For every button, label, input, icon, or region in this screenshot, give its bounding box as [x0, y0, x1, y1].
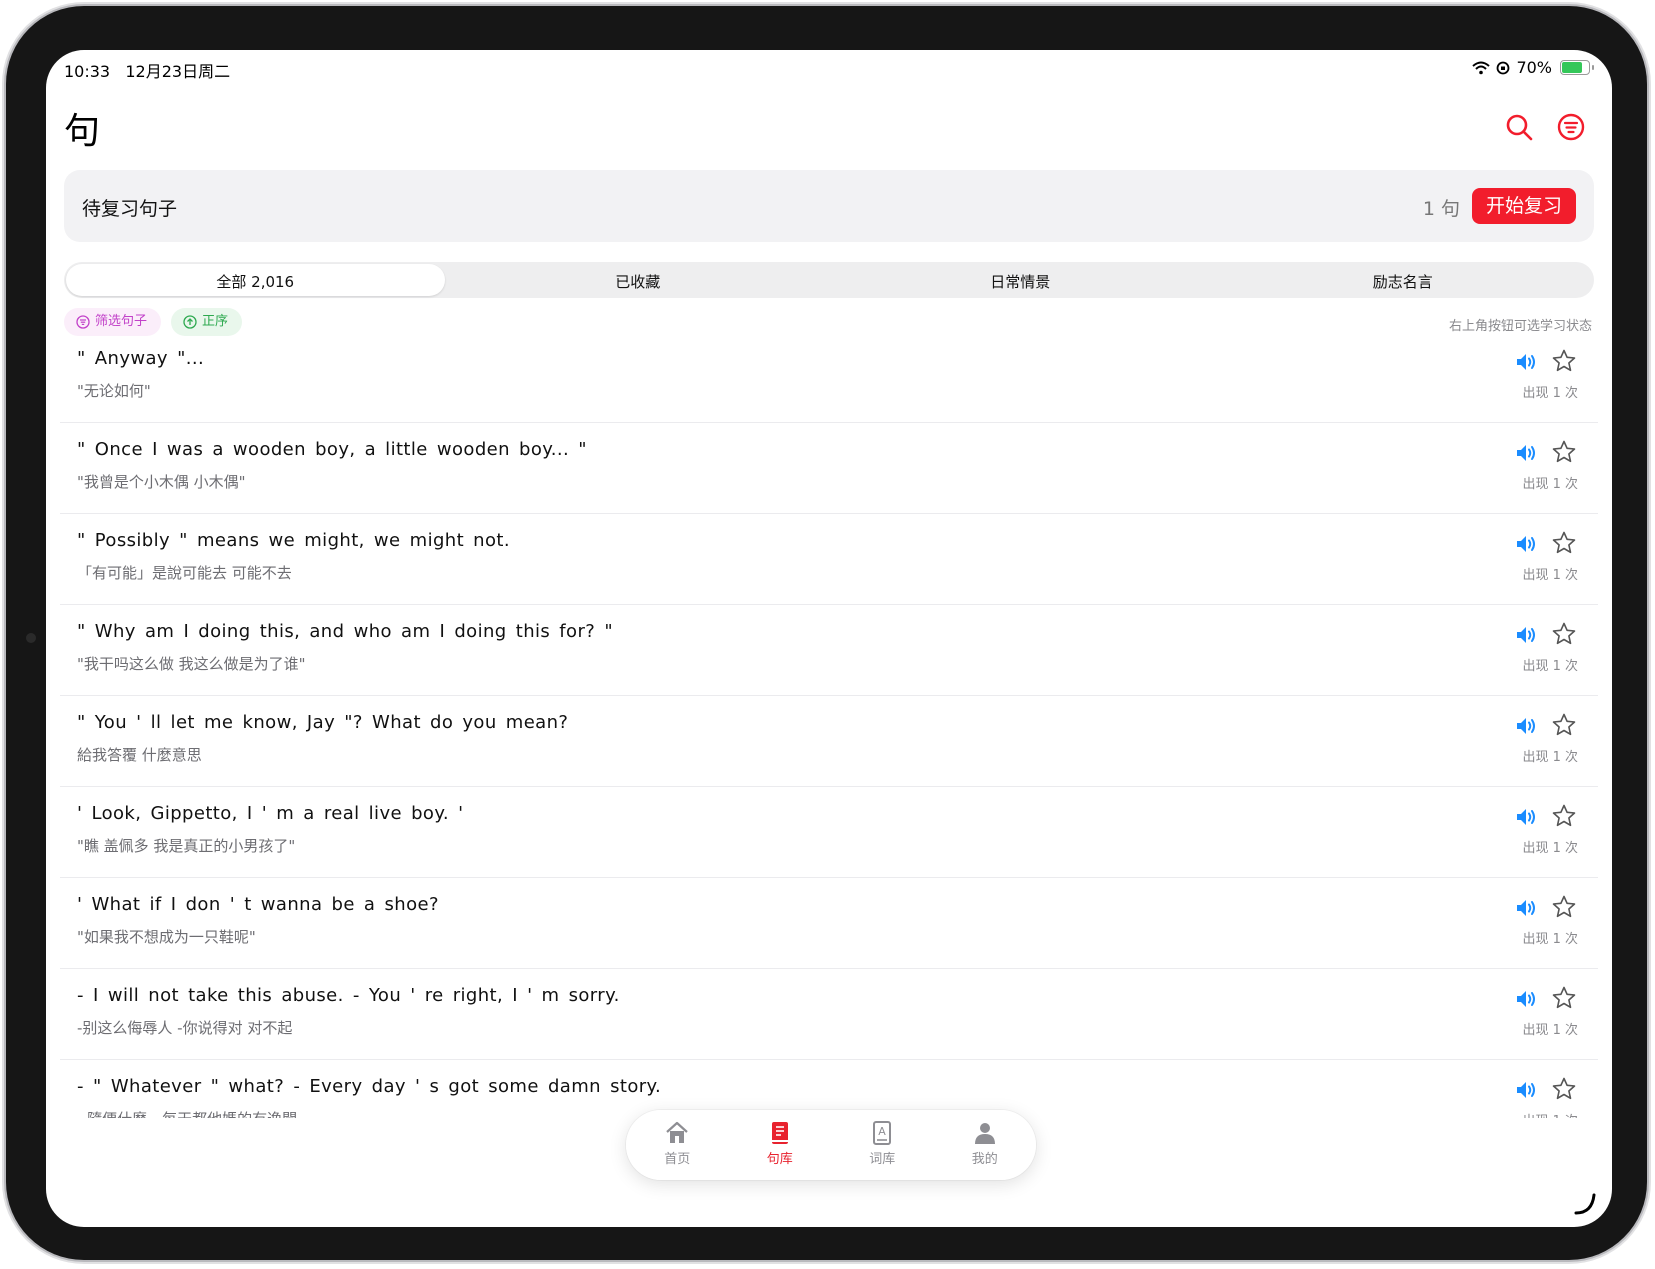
- star-icon[interactable]: [1551, 530, 1577, 556]
- speaker-icon[interactable]: [1514, 987, 1538, 1011]
- tabbar-dictionary-label: 词库: [869, 1152, 896, 1167]
- dictionary-icon: A: [873, 1121, 892, 1145]
- occurrence-count: 出现 1 次: [1522, 386, 1578, 401]
- star-icon[interactable]: [1551, 894, 1577, 920]
- speaker-icon[interactable]: [1514, 350, 1538, 374]
- tabbar-sentences[interactable]: 句库: [729, 1110, 832, 1180]
- home-icon: [666, 1121, 688, 1143]
- sentence-translation: - 隨便什麼 - 每天都他媽的有逸聞: [77, 1108, 297, 1118]
- header-actions: [1504, 112, 1586, 142]
- occurrence-count: 出现 1 次: [1522, 568, 1578, 583]
- search-icon[interactable]: [1504, 112, 1534, 142]
- arrow-up-circle-icon: [183, 315, 197, 329]
- speaker-icon[interactable]: [1514, 1078, 1538, 1102]
- occurrence-count: 出现 1 次: [1522, 1023, 1578, 1038]
- sentence-translation: 給我答覆 什麼意思: [77, 746, 202, 764]
- sentence-row[interactable]: ' Look, Gippetto, I ' m a real live boy.…: [60, 787, 1598, 878]
- sentence-row[interactable]: " Anyway "... "无论如何" 出现 1 次: [60, 332, 1598, 423]
- sentence-translation: "无论如何": [77, 382, 151, 400]
- status-time-date: 10:33 12月23日周二: [64, 58, 230, 82]
- sentence-row[interactable]: - I will not take this abuse. - You ' re…: [60, 969, 1598, 1060]
- speaker-icon[interactable]: [1514, 532, 1538, 556]
- sentence-list[interactable]: " Anyway "... "无论如何" 出现 1 次 " Once I was a …: [60, 332, 1598, 1118]
- sentence-translation: "我曾是个小木偶 小木偶": [77, 473, 246, 491]
- review-label: 待复习句子: [82, 198, 178, 220]
- tab-quotes[interactable]: 励志名言: [1214, 264, 1593, 296]
- star-icon[interactable]: [1551, 803, 1577, 829]
- sentence-english: - I will not take this abuse. - You ' re…: [77, 985, 620, 1006]
- orientation-lock-icon: [1497, 61, 1510, 74]
- occurrence-count: 出现 1 次: [1522, 659, 1578, 674]
- tabbar-sentences-label: 句库: [766, 1152, 793, 1167]
- occurrence-count: 出现 1 次: [1522, 841, 1578, 856]
- occurrence-count: 出现 1 次: [1522, 750, 1578, 765]
- sentence-row[interactable]: " Once I was a wooden boy, a little wood…: [60, 423, 1598, 514]
- sentence-english: " Possibly " means we might, we might no…: [77, 530, 510, 551]
- sentence-translation: 「有可能」是說可能去 可能不去: [77, 564, 292, 582]
- sentence-row[interactable]: ' What if I don ' t wanna be a shoe? "如果我…: [60, 878, 1598, 969]
- tab-daily[interactable]: 日常情景: [831, 264, 1210, 296]
- sentence-english: ' What if I don ' t wanna be a shoe?: [77, 894, 439, 915]
- sentence-translation: -别这么侮辱人 -你说得对 对不起: [77, 1019, 293, 1037]
- tabbar-profile-label: 我的: [971, 1152, 998, 1167]
- status-time: 10:33: [64, 62, 111, 81]
- tabbar-home-label: 首页: [664, 1152, 691, 1167]
- star-icon[interactable]: [1551, 1076, 1577, 1102]
- tab-favorites[interactable]: 已收藏: [449, 264, 828, 296]
- battery-percent: 70%: [1516, 58, 1552, 77]
- occurrence-count: 出现 1 次: [1522, 477, 1578, 492]
- speaker-icon[interactable]: [1514, 805, 1538, 829]
- star-icon[interactable]: [1551, 712, 1577, 738]
- speaker-icon[interactable]: [1514, 896, 1538, 920]
- star-icon[interactable]: [1551, 348, 1577, 374]
- start-review-button[interactable]: 开始复习: [1472, 188, 1576, 224]
- filter-menu-icon[interactable]: [1556, 112, 1586, 142]
- person-icon: [974, 1123, 995, 1144]
- resize-corner-icon: [1574, 1193, 1596, 1215]
- sentence-english: " Once I was a wooden boy, a little wood…: [77, 439, 587, 460]
- sentence-row[interactable]: " You ' ll let me know, Jay "? What do y…: [60, 696, 1598, 787]
- status-bar: 10:33 12月23日周二 70%: [46, 50, 1612, 90]
- book-icon: [771, 1122, 788, 1144]
- star-icon[interactable]: [1551, 621, 1577, 647]
- sentence-translation: "瞧 盖佩多 我是真正的小男孩了": [77, 837, 296, 855]
- occurrence-count: 出现 1 次: [1522, 1110, 1578, 1118]
- sentence-row[interactable]: " Possibly " means we might, we might no…: [60, 514, 1598, 605]
- camera-icon: [26, 633, 36, 643]
- filter-icon: [76, 315, 90, 329]
- speaker-icon[interactable]: [1514, 623, 1538, 647]
- page-title: 句: [64, 111, 101, 152]
- status-right: 70%: [1472, 58, 1594, 77]
- speaker-icon[interactable]: [1514, 441, 1538, 465]
- status-date: 12月23日周二: [125, 62, 231, 81]
- sentence-row[interactable]: " Why am I doing this, and who am I doin…: [60, 605, 1598, 696]
- category-tabs: 全部 2,016 已收藏 日常情景 励志名言: [64, 262, 1594, 298]
- sentence-english: " You ' ll let me know, Jay "? What do y…: [77, 712, 569, 733]
- speaker-icon[interactable]: [1514, 714, 1538, 738]
- tabbar-dictionary[interactable]: A 词库: [831, 1110, 934, 1180]
- occurrence-count: 出现 1 次: [1522, 932, 1578, 947]
- tab-all[interactable]: 全部 2,016: [66, 264, 445, 296]
- battery-icon: [1560, 60, 1594, 75]
- wifi-icon: [1472, 61, 1491, 74]
- tabbar-home[interactable]: 首页: [626, 1110, 729, 1180]
- sentence-english: " Anyway "...: [77, 348, 205, 369]
- review-count: 1 句: [1422, 198, 1460, 220]
- sentence-english: " Why am I doing this, and who am I doin…: [77, 621, 614, 642]
- svg-text:A: A: [878, 1125, 886, 1138]
- star-icon[interactable]: [1551, 439, 1577, 465]
- review-card: 待复习句子 1 句 开始复习: [64, 170, 1594, 242]
- sentence-english: - " Whatever " what? - Every day ' s got…: [77, 1076, 662, 1097]
- app-screen: 10:33 12月23日周二 70% 句 待复习句子 1 句 开始复习 全部 2…: [46, 50, 1612, 1227]
- sentence-english: ' Look, Gippetto, I ' m a real live boy.…: [77, 803, 464, 824]
- tabbar-profile[interactable]: 我的: [934, 1110, 1037, 1180]
- star-icon[interactable]: [1551, 985, 1577, 1011]
- sentence-translation: "如果我不想成为一只鞋呢": [77, 928, 256, 946]
- sentence-translation: "我干吗这么做 我这么做是为了谁": [77, 655, 306, 673]
- bottom-tab-bar: 首页 句库 A 词库 我的: [626, 1110, 1036, 1180]
